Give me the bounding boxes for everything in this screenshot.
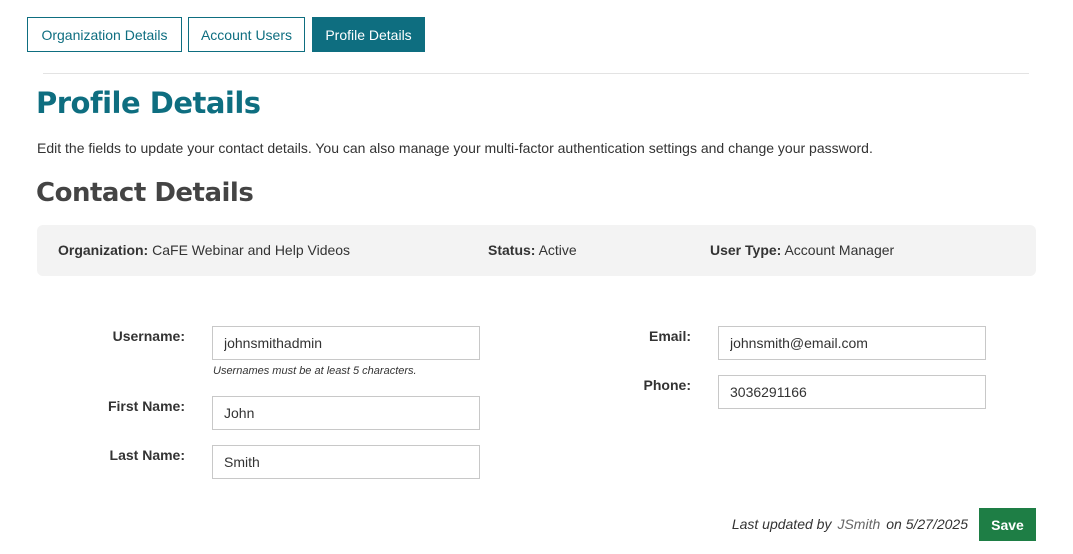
user-type-label: User Type:	[710, 242, 782, 258]
organization-label: Organization:	[58, 242, 149, 258]
username-label: Username:	[112, 328, 185, 344]
user-type-info: User Type: Account Manager	[710, 242, 894, 258]
last-updated-prefix: Last updated by	[731, 516, 832, 532]
email-label: Email:	[648, 328, 691, 344]
last-updated-user: JSmith	[837, 516, 881, 532]
page-intro: Edit the fields to update your contact d…	[37, 140, 873, 156]
username-hint: Usernames must be at least 5 characters.	[213, 365, 417, 377]
username-input[interactable]	[212, 326, 480, 360]
phone-label: Phone:	[643, 377, 691, 393]
account-info-bar: Organization: CaFE Webinar and Help Vide…	[37, 225, 1036, 276]
email-input[interactable]	[718, 326, 986, 360]
last-updated-date: on 5/27/2025	[886, 516, 968, 532]
status-info: Status: Active	[488, 242, 577, 258]
organization-info: Organization: CaFE Webinar and Help Vide…	[58, 242, 350, 258]
first-name-label: First Name:	[107, 398, 185, 414]
status-value: Active	[538, 242, 577, 258]
status-label: Status:	[488, 242, 536, 258]
divider	[43, 73, 1029, 74]
page-title: Profile Details	[36, 86, 261, 120]
tab-account-users[interactable]: Account Users	[188, 17, 305, 52]
tab-profile-details[interactable]: Profile Details	[312, 17, 425, 52]
last-name-input[interactable]	[212, 445, 480, 479]
tab-organization-details[interactable]: Organization Details	[27, 17, 182, 52]
organization-value: CaFE Webinar and Help Videos	[152, 242, 351, 258]
user-type-value: Account Manager	[784, 242, 895, 258]
save-button[interactable]: Save	[979, 508, 1036, 541]
section-title: Contact Details	[36, 178, 254, 208]
last-name-label: Last Name:	[109, 447, 185, 463]
last-updated-text: Last updated by JSmith on 5/27/2025	[732, 516, 968, 532]
phone-input[interactable]	[718, 375, 986, 409]
first-name-input[interactable]	[212, 396, 480, 430]
